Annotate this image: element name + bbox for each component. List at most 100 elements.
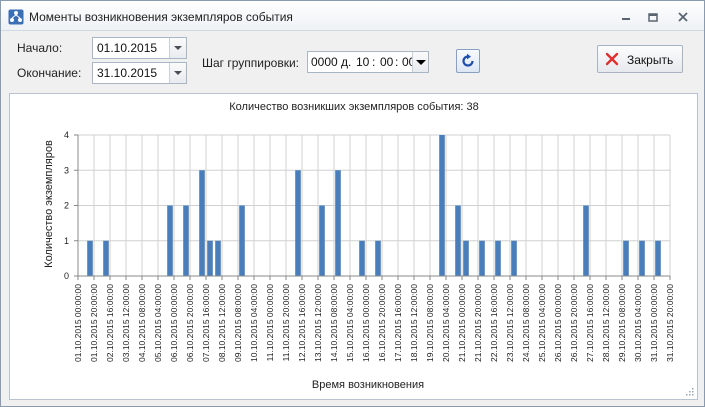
- chart-x-tick-label: 06.10.2015 00:00:00: [169, 284, 179, 362]
- chart-bar: [319, 205, 325, 276]
- chart-x-tick-label: 13.10.2015 12:00:00: [313, 284, 323, 362]
- grouping-step-dropdown[interactable]: [412, 52, 428, 72]
- chart-x-axis-label: Время возникновения: [312, 379, 424, 391]
- chart-x-tick-label: 26.10.2015 20:00:00: [569, 284, 579, 362]
- chart-bar: [199, 170, 205, 276]
- end-date-dropdown[interactable]: [169, 63, 186, 83]
- maximize-button[interactable]: [643, 8, 663, 26]
- step-day-unit: д.: [341, 55, 352, 69]
- step-hours[interactable]: 10: [356, 55, 369, 69]
- chevron-down-icon: [174, 46, 182, 50]
- chart-x-tick-label: 30.10.2015 04:00:00: [633, 284, 643, 362]
- chart-y-tick-label: 1: [64, 236, 69, 246]
- chart-bar: [335, 170, 341, 276]
- chart-y-tick-label: 0: [64, 271, 69, 281]
- chart-x-tick-label: 01.10.2015 00:00:00: [73, 284, 83, 362]
- chart-x-tick-label: 15.10.2015 04:00:00: [345, 284, 355, 362]
- chart-x-tick-label: 07.10.2015 16:00:00: [201, 284, 211, 362]
- end-date-picker[interactable]: 31.10.2015: [92, 62, 187, 84]
- chart-x-tick-label: 14.10.2015 08:00:00: [329, 284, 339, 362]
- close-icon: [678, 12, 688, 22]
- chart-bar: [479, 240, 485, 276]
- events-bar-chart: Количество возникших экземпляров события…: [43, 101, 675, 391]
- chart-bar: [295, 170, 301, 276]
- restore-icon: [648, 13, 658, 22]
- chart-x-tick-label: 27.10.2015 16:00:00: [585, 284, 595, 362]
- chart-bar: [583, 205, 589, 276]
- chart-bar: [215, 240, 221, 276]
- minimize-button[interactable]: [616, 8, 636, 26]
- refresh-button[interactable]: [456, 49, 480, 73]
- end-date-value: 31.10.2015: [97, 66, 158, 80]
- close-red-x-icon: [605, 52, 619, 66]
- app-network-icon: [8, 9, 24, 25]
- chart-x-tick-label: 21.10.2015 00:00:00: [457, 284, 467, 362]
- chart-x-tick-label: 04.10.2015 08:00:00: [137, 284, 147, 362]
- chart-x-tick-label: 17.10.2015 16:00:00: [393, 284, 403, 362]
- chart-x-tick-label: 21.10.2015 20:00:00: [473, 284, 483, 362]
- chart-bar: [359, 240, 365, 276]
- chart-x-tick-label: 08.10.2015 12:00:00: [217, 284, 227, 362]
- minimize-icon: [622, 18, 630, 20]
- window-title: Моменты возникновения экземпляров событи…: [29, 10, 293, 24]
- chart-x-tick-label: 25.10.2015 04:00:00: [537, 284, 547, 362]
- start-date-label: Начало:: [17, 41, 63, 55]
- refresh-icon: [462, 53, 474, 67]
- chart-x-tick-label: 16.10.2015 00:00:00: [361, 284, 371, 362]
- start-date-dropdown[interactable]: [169, 38, 186, 58]
- window-close-button[interactable]: [673, 8, 693, 26]
- step-minutes[interactable]: 00: [380, 55, 393, 69]
- chart-x-tick-label: 09.10.2015 08:00:00: [233, 284, 243, 362]
- chevron-down-icon: [174, 71, 182, 75]
- chart-bar: [167, 205, 173, 276]
- start-date-value: 01.10.2015: [97, 41, 158, 55]
- chart-bar: [207, 240, 213, 276]
- chart-x-tick-label: 22.10.2015 16:00:00: [489, 284, 499, 362]
- chart-bar: [239, 205, 245, 276]
- chart-bar: [87, 240, 93, 276]
- chart-panel: Количество возникших экземпляров события…: [9, 93, 698, 400]
- chart-bar: [495, 240, 501, 276]
- chevron-down-icon: [415, 59, 426, 65]
- chart-bar: [439, 135, 445, 276]
- start-date-picker[interactable]: 01.10.2015: [92, 37, 187, 59]
- chart-y-tick-label: 4: [64, 130, 69, 140]
- filter-toolbar: Начало: 01.10.2015 Окончание: 31.10.2015…: [1, 32, 704, 90]
- chart-bar: [639, 240, 645, 276]
- chart-x-tick-label: 28.10.2015 12:00:00: [601, 284, 611, 362]
- resize-grip-icon[interactable]: [684, 386, 694, 396]
- chart-y-axis-label: Количество экземпляров: [43, 140, 55, 268]
- chart-bar: [455, 205, 461, 276]
- chart-x-tick-label: 11.10.2015 00:00:00: [265, 284, 275, 362]
- chart-y-tick-label: 2: [64, 201, 69, 211]
- chart-bar: [623, 240, 629, 276]
- grouping-step-label: Шаг группировки:: [202, 56, 300, 70]
- chart-x-tick-label: 31.10.2015 00:00:00: [649, 284, 659, 362]
- close-button[interactable]: Закрыть: [597, 45, 683, 73]
- grouping-step-input[interactable]: 0000 д. 10 : 00 : 00: [307, 51, 429, 73]
- chart-x-tick-label: 11.10.2015 20:00:00: [281, 284, 291, 362]
- chart-x-tick-label: 06.10.2015 20:00:00: [185, 284, 195, 362]
- chart-x-tick-label: 16.10.2015 20:00:00: [377, 284, 387, 362]
- close-button-label: Закрыть: [627, 53, 674, 67]
- chart-bar: [103, 240, 109, 276]
- chart-y-tick-label: 3: [64, 165, 69, 175]
- chart-title: Количество возникших экземпляров события…: [229, 101, 479, 113]
- chart-bar: [183, 205, 189, 276]
- step-sep-1: :: [372, 55, 376, 69]
- chart-x-tick-label: 26.10.2015 00:00:00: [553, 284, 563, 362]
- chart-x-tick-label: 29.10.2015 08:00:00: [617, 284, 627, 362]
- chart-bar: [463, 240, 469, 276]
- chart-x-tick-label: 18.10.2015 12:00:00: [409, 284, 419, 362]
- title-bar[interactable]: Моменты возникновения экземпляров событи…: [1, 1, 704, 31]
- chart-x-tick-label: 20.10.2015 04:00:00: [441, 284, 451, 362]
- chart-x-tick-label: 31.10.2015 20:00:00: [665, 284, 675, 362]
- chart-x-tick-label: 03.10.2015 12:00:00: [121, 284, 131, 362]
- chart-x-tick-label: 05.10.2015 04:00:00: [153, 284, 163, 362]
- chart-x-tick-label: 01.10.2015 20:00:00: [89, 284, 99, 362]
- chart-x-tick-label: 10.10.2015 04:00:00: [249, 284, 259, 362]
- chart-bar: [375, 240, 381, 276]
- chart-x-tick-label: 19.10.2015 08:00:00: [425, 284, 435, 362]
- chart-x-tick-label: 12.10.2015 16:00:00: [297, 284, 307, 362]
- step-days[interactable]: 0000: [311, 55, 338, 69]
